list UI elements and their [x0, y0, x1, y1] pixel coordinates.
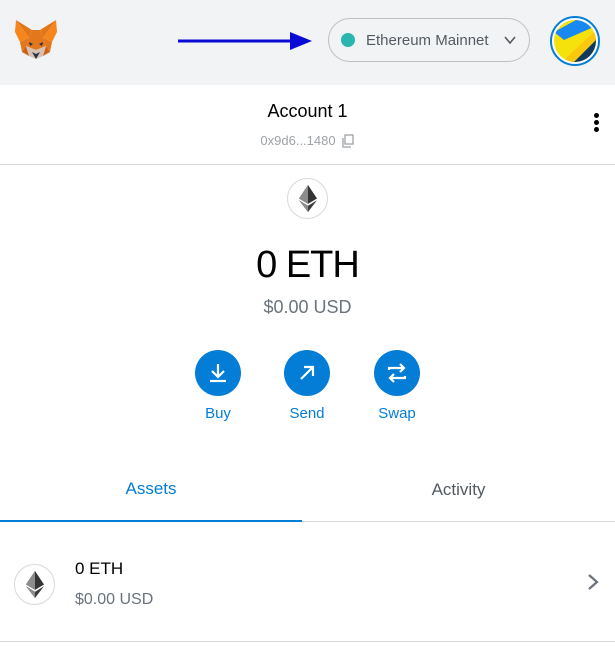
ethereum-icon — [14, 564, 55, 605]
buy-button[interactable]: Buy — [183, 350, 253, 422]
asset-balance: 0 ETH — [75, 559, 124, 578]
download-icon — [195, 350, 241, 396]
account-address: 0x9d6...1480 — [260, 133, 336, 148]
jazzicon-avatar-icon — [554, 20, 596, 62]
kebab-menu-icon[interactable] — [586, 113, 606, 137]
chevron-right-icon — [588, 574, 599, 590]
network-label: Ethereum Mainnet — [366, 31, 489, 49]
send-button[interactable]: Send — [272, 350, 342, 422]
account-avatar[interactable] — [550, 16, 600, 66]
network-selector[interactable]: Ethereum Mainnet — [328, 18, 530, 62]
buy-button-label: Buy — [205, 405, 231, 422]
metamask-fox-icon[interactable] — [14, 18, 58, 62]
account-address-button[interactable]: 0x9d6...1480 — [0, 133, 615, 148]
swap-button-label: Swap — [378, 405, 416, 422]
swap-button[interactable]: Swap — [362, 350, 432, 422]
tab-activity[interactable]: Activity — [302, 458, 615, 522]
chevron-down-icon — [504, 36, 516, 45]
ethereum-icon — [287, 178, 328, 219]
asset-list-item[interactable]: 0 ETH $0.00 USD — [0, 522, 615, 642]
network-status-dot — [341, 33, 355, 47]
account-name[interactable]: Account 1 — [0, 101, 615, 122]
arrow-up-right-icon — [284, 350, 330, 396]
copy-icon — [341, 133, 354, 148]
balance-primary: 0 ETH — [256, 244, 360, 286]
app-header: Ethereum Mainnet — [0, 0, 615, 85]
tab-assets[interactable]: Assets — [0, 458, 302, 522]
wallet-tabs: Assets Activity — [0, 458, 615, 522]
send-button-label: Send — [289, 405, 325, 422]
account-details: Account 1 0x9d6...1480 — [0, 85, 615, 165]
swap-arrows-icon — [374, 350, 420, 396]
asset-fiat-value: $0.00 USD — [75, 591, 154, 608]
annotation-arrow-icon — [178, 32, 312, 50]
balance-secondary: $0.00 USD — [263, 297, 352, 317]
